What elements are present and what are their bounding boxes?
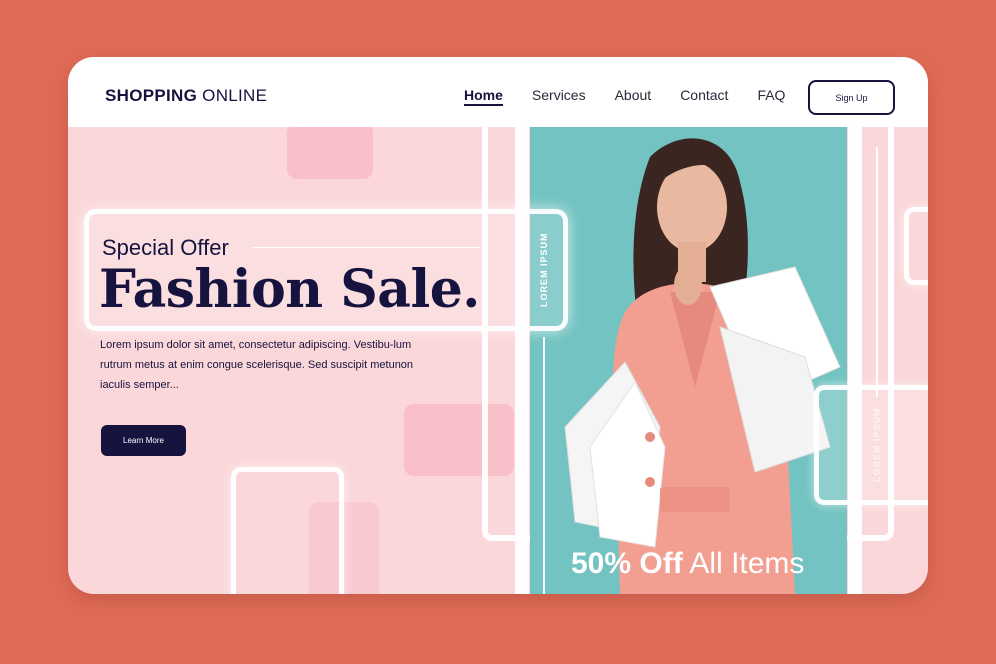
model-with-bags-image <box>530 127 847 594</box>
sign-up-button[interactable]: Sign Up <box>808 80 895 115</box>
nav-home[interactable]: Home <box>464 87 503 106</box>
nav-contact[interactable]: Contact <box>680 87 728 106</box>
logo-bold: SHOPPING <box>105 86 198 105</box>
frame-line <box>848 127 862 594</box>
deco-block <box>287 123 373 179</box>
landing-card: Special Offer Fashion Sale. Lorem ipsum … <box>68 57 928 594</box>
deco-outline <box>231 467 344 594</box>
vertical-label: LOREM IPSUM <box>872 407 882 482</box>
frame-line <box>543 337 545 594</box>
top-nav-bar: SHOPPING ONLINE Home Services About Cont… <box>68 57 928 127</box>
frame-line <box>876 147 878 397</box>
special-offer-kicker: Special Offer <box>102 235 229 260</box>
main-nav: Home Services About Contact FAQ <box>464 87 785 106</box>
learn-more-button[interactable]: Learn More <box>101 425 186 456</box>
nav-services[interactable]: Services <box>532 87 586 106</box>
logo-light: ONLINE <box>202 86 268 105</box>
nav-about[interactable]: About <box>615 87 652 106</box>
frame-line <box>515 127 529 594</box>
hero-body: Lorem ipsum dolor sit amet, consectetur … <box>100 339 414 391</box>
kicker-divider <box>252 247 480 248</box>
hero-title: Fashion Sale. <box>99 259 480 320</box>
hero-photo <box>530 127 847 594</box>
promo-scope: All Items <box>689 547 805 580</box>
promo-text: 50% Off All Items <box>571 547 804 581</box>
nav-faq[interactable]: FAQ <box>757 87 785 106</box>
promo-discount: 50% Off <box>571 547 683 580</box>
deco-outline <box>904 207 928 285</box>
site-logo[interactable]: SHOPPING ONLINE <box>105 86 267 106</box>
deco-outline <box>814 385 928 505</box>
vertical-label: LOREM IPSUM <box>539 232 549 307</box>
